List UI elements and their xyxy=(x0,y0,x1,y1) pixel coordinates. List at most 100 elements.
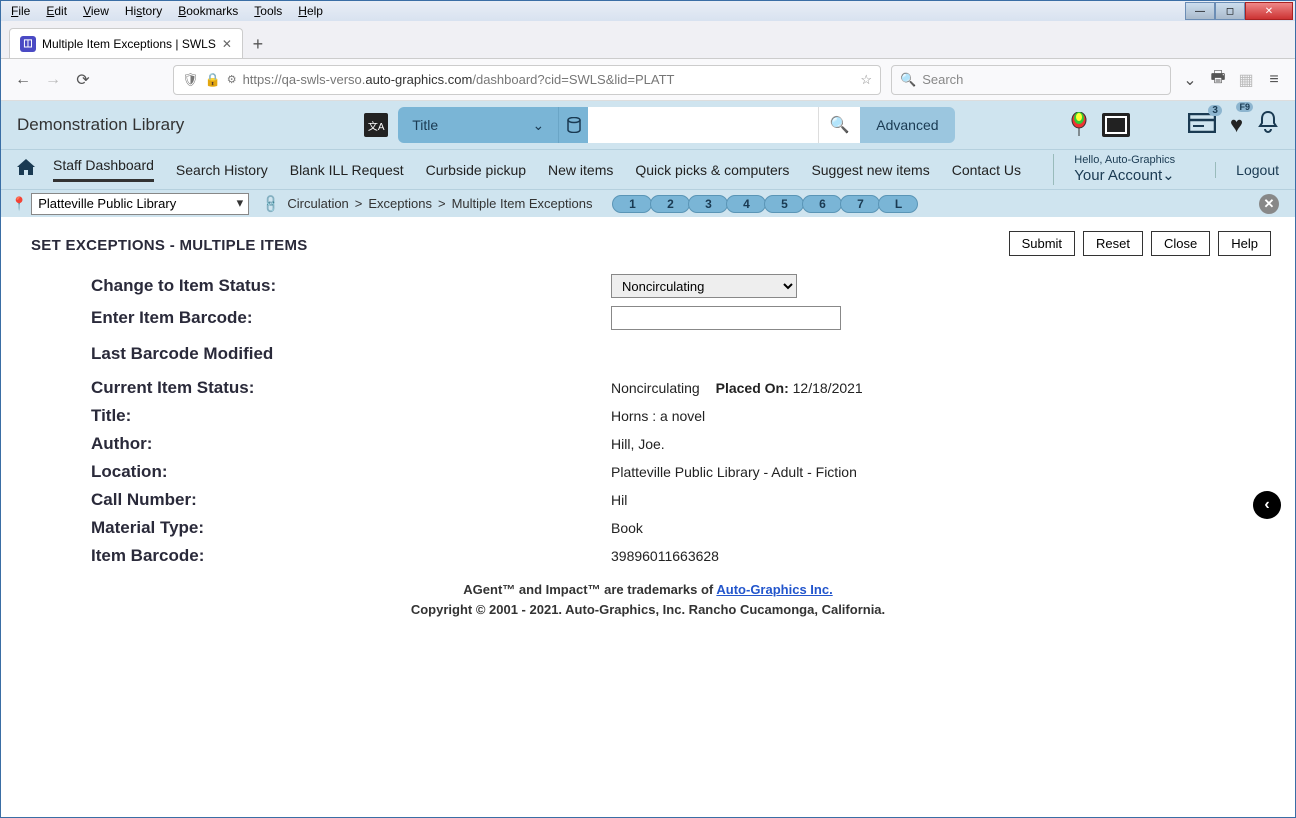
submit-button[interactable]: Submit xyxy=(1009,231,1075,256)
window-maximize-button[interactable]: ◻ xyxy=(1215,2,1245,20)
nav-blank-ill[interactable]: Blank ILL Request xyxy=(290,162,404,178)
catalog-search: 文A Title ⌄ 🔍 Advanced xyxy=(364,107,954,143)
nav-curbside[interactable]: Curbside pickup xyxy=(426,162,526,178)
pill-3[interactable]: 3 xyxy=(688,195,728,213)
bookmark-star-icon[interactable]: ☆ xyxy=(860,72,872,88)
close-button[interactable]: Close xyxy=(1151,231,1210,256)
section-last-modified: Last Barcode Modified xyxy=(91,344,1265,364)
address-bar[interactable]: 🛡 🔒 ⚙ https://qa-swls-verso.auto-graphic… xyxy=(173,65,881,95)
tab-close-icon[interactable]: ✕ xyxy=(222,37,232,51)
database-icon[interactable] xyxy=(558,107,588,143)
pill-4[interactable]: 4 xyxy=(726,195,766,213)
translate-icon[interactable]: 文A xyxy=(364,113,388,137)
catalog-search-button[interactable]: 🔍 xyxy=(818,107,860,143)
chevron-down-icon: ⌄ xyxy=(1162,167,1175,184)
reload-button[interactable]: ⟳ xyxy=(73,70,93,90)
os-menu-tools[interactable]: Tools xyxy=(246,3,290,19)
favorites-icon[interactable]: ♥F9 xyxy=(1230,112,1243,138)
print-icon[interactable]: 🖶 xyxy=(1209,66,1227,93)
link-icon: 🔗 xyxy=(260,192,283,215)
library-card-icon[interactable]: 3 xyxy=(1188,113,1216,138)
nav-staff-dashboard[interactable]: Staff Dashboard xyxy=(53,157,154,182)
location-pin-icon: 📍 xyxy=(11,196,27,212)
os-menu-file[interactable]: File xyxy=(3,3,38,19)
footer-link[interactable]: Auto-Graphics Inc. xyxy=(716,582,832,597)
os-menu-bookmarks[interactable]: Bookmarks xyxy=(170,3,246,19)
search-icon: 🔍 xyxy=(900,72,916,88)
home-icon[interactable] xyxy=(17,159,35,180)
search-scope-select[interactable]: Title ⌄ xyxy=(398,107,558,143)
favicon-icon: ◫ xyxy=(20,36,36,52)
os-menu: File Edit View History Bookmarks Tools H… xyxy=(3,3,331,19)
lock-icon: 🔒 xyxy=(205,72,221,88)
label-enter-barcode: Enter Item Barcode: xyxy=(91,308,611,328)
label-barcode: Item Barcode: xyxy=(91,546,611,566)
pill-6[interactable]: 6 xyxy=(802,195,842,213)
catalog-search-input[interactable] xyxy=(588,107,818,143)
extension-icon[interactable]: ▦ xyxy=(1237,70,1255,90)
crumb-exceptions[interactable]: Exceptions xyxy=(368,196,432,211)
status-select[interactable]: Noncirculating xyxy=(611,274,797,298)
notifications-icon[interactable] xyxy=(1257,110,1279,140)
help-button[interactable]: Help xyxy=(1218,231,1271,256)
value-location: Platteville Public Library - Adult - Fic… xyxy=(611,464,1265,480)
pill-5[interactable]: 5 xyxy=(764,195,804,213)
page-footer: AGent™ and Impact™ are trademarks of Aut… xyxy=(31,580,1265,619)
library-select[interactable]: Platteville Public Library xyxy=(31,193,249,215)
hello-text: Hello, Auto-Graphics xyxy=(1074,154,1175,167)
logout-link[interactable]: Logout xyxy=(1215,162,1279,178)
account-menu[interactable]: Hello, Auto-Graphics Your Account⌄ xyxy=(1053,154,1195,185)
crumb-multiple[interactable]: Multiple Item Exceptions xyxy=(452,196,593,211)
pill-l[interactable]: L xyxy=(878,195,918,213)
advanced-search-button[interactable]: Advanced xyxy=(860,107,954,143)
value-current-status: Noncirculating Placed On: 12/18/2021 xyxy=(611,380,1265,396)
nav-suggest[interactable]: Suggest new items xyxy=(811,162,929,178)
nav-search-history[interactable]: Search History xyxy=(176,162,268,178)
nav-new-items[interactable]: New items xyxy=(548,162,613,178)
card-badge: 3 xyxy=(1208,105,1222,116)
your-account-label: Your Account xyxy=(1074,167,1162,184)
back-button[interactable]: ← xyxy=(13,71,33,89)
os-titlebar: File Edit View History Bookmarks Tools H… xyxy=(1,1,1295,21)
browser-search-input[interactable]: 🔍 Search xyxy=(891,65,1171,95)
scanner-icon[interactable] xyxy=(1102,113,1130,137)
crumb-circulation[interactable]: Circulation xyxy=(287,196,348,211)
label-placed-on: Placed On: xyxy=(716,380,789,396)
label-current-status: Current Item Status: xyxy=(91,378,611,398)
library-name: Demonstration Library xyxy=(17,115,184,135)
header-actions: 3 ♥F9 xyxy=(1070,110,1279,140)
chevron-down-icon: ⌄ xyxy=(533,117,545,134)
os-menu-history[interactable]: History xyxy=(117,3,170,19)
balloon-icon[interactable] xyxy=(1070,112,1088,138)
os-menu-edit[interactable]: Edit xyxy=(38,3,75,19)
app-menu-icon[interactable]: ≡ xyxy=(1265,71,1283,89)
expand-panel-icon[interactable]: ‹ xyxy=(1253,491,1281,519)
value-material: Book xyxy=(611,520,1265,536)
browser-tab[interactable]: ◫ Multiple Item Exceptions | SWLS ✕ xyxy=(9,28,243,58)
pill-7[interactable]: 7 xyxy=(840,195,880,213)
label-author: Author: xyxy=(91,434,611,454)
value-barcode: 39896011663628 xyxy=(611,548,1265,564)
search-scope-label: Title xyxy=(412,117,438,133)
os-menu-help[interactable]: Help xyxy=(290,3,331,19)
window-minimize-button[interactable]: — xyxy=(1185,2,1215,20)
quick-pills: 1 2 3 4 5 6 7 L xyxy=(612,195,916,213)
permissions-icon: ⚙ xyxy=(227,73,237,86)
pill-1[interactable]: 1 xyxy=(612,195,652,213)
close-panel-icon[interactable]: ✕ xyxy=(1259,194,1279,214)
value-call-number: Hil xyxy=(611,492,1265,508)
window-close-button[interactable]: ✕ xyxy=(1245,2,1293,20)
forward-button[interactable]: → xyxy=(43,71,63,89)
reset-button[interactable]: Reset xyxy=(1083,231,1143,256)
nav-quick-picks[interactable]: Quick picks & computers xyxy=(635,162,789,178)
browser-toolbar: ← → ⟳ 🛡 🔒 ⚙ https://qa-swls-verso.auto-g… xyxy=(1,59,1295,101)
nav-contact[interactable]: Contact Us xyxy=(952,162,1021,178)
pill-2[interactable]: 2 xyxy=(650,195,690,213)
barcode-input[interactable] xyxy=(611,306,841,330)
os-menu-view[interactable]: View xyxy=(75,3,117,19)
main-nav: Staff Dashboard Search History Blank ILL… xyxy=(1,149,1295,189)
shield-icon: 🛡 xyxy=(182,72,199,88)
new-tab-button[interactable]: + xyxy=(243,30,273,58)
pocket-icon[interactable]: ⌄ xyxy=(1181,70,1199,90)
label-material: Material Type: xyxy=(91,518,611,538)
